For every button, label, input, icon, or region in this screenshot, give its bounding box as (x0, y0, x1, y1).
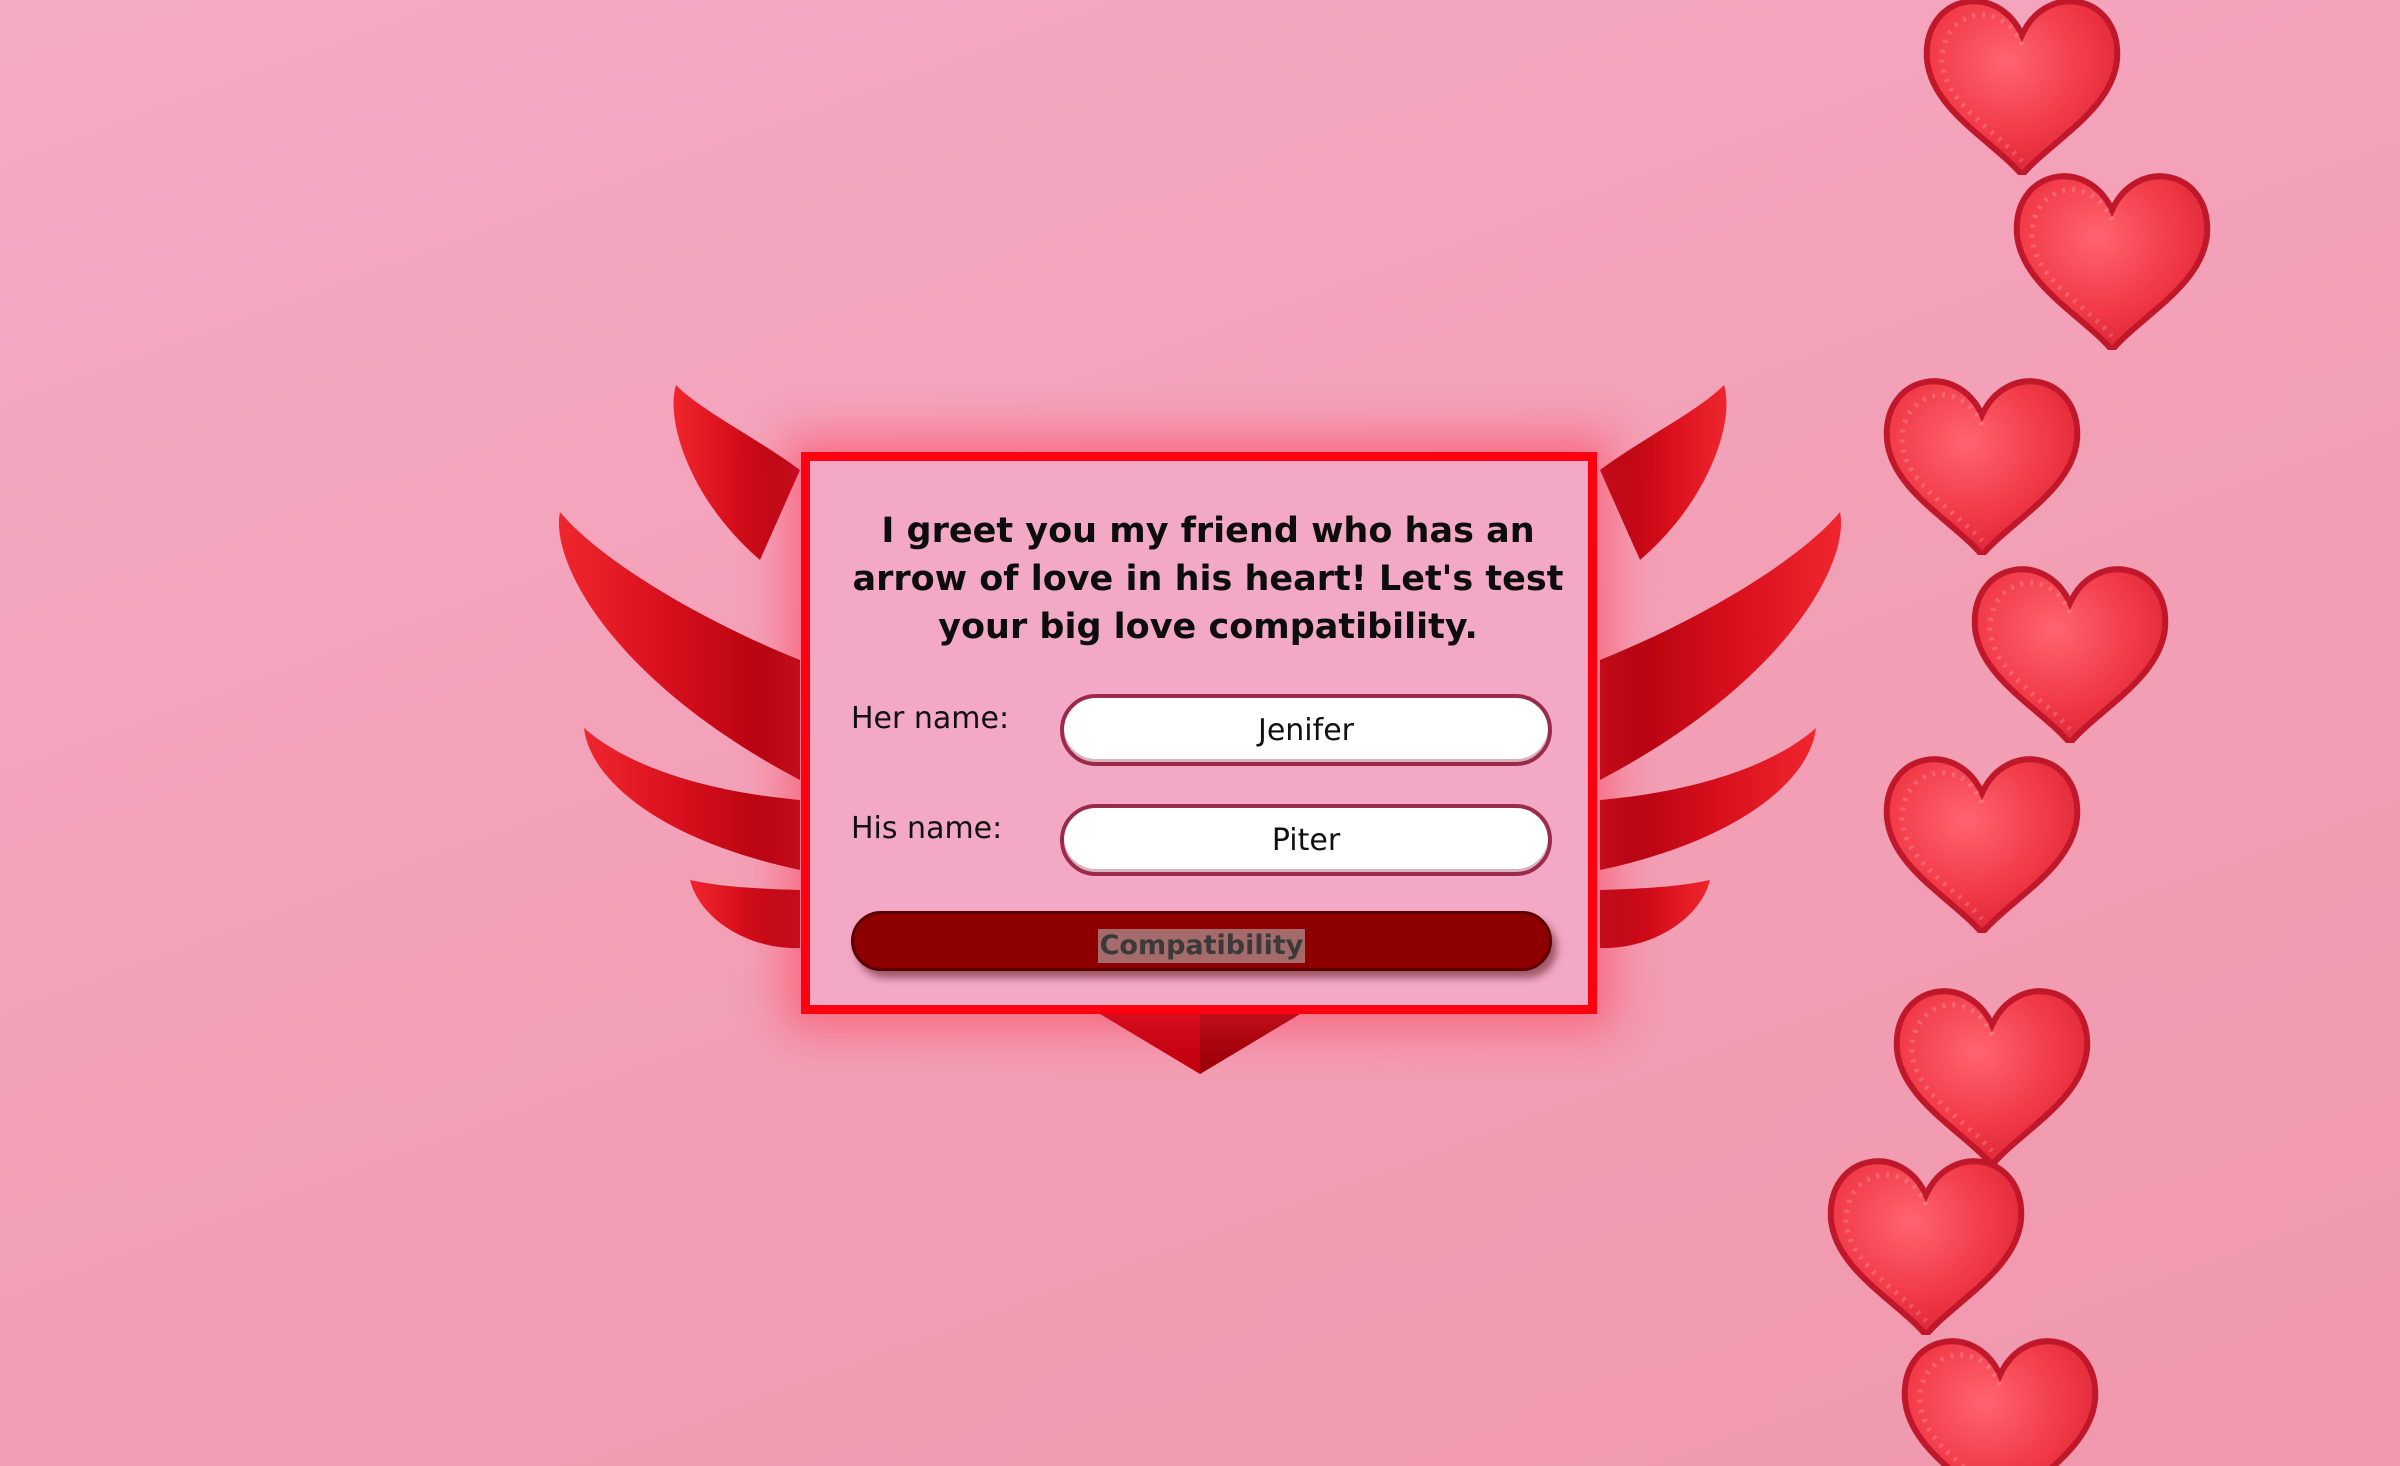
compatibility-card: I greet you my friend who has an arrow o… (801, 452, 1597, 1014)
greeting-title: I greet you my friend who has an arrow o… (852, 511, 1564, 647)
compatibility-button[interactable]: Compatibility (851, 911, 1552, 971)
satin-heart-icon (1887, 759, 2077, 933)
satin-heart-icon (1975, 569, 2165, 743)
satin-heart-icon (2017, 176, 2207, 350)
satin-heart-icon (1831, 1161, 2021, 1335)
his-name-input[interactable] (1060, 804, 1552, 876)
her-name-input[interactable] (1060, 694, 1552, 766)
her-name-label: Her name: (851, 701, 1010, 736)
satin-heart-icon (1887, 381, 2077, 555)
satin-heart-icon (1927, 1, 2117, 175)
satin-heart-icon (1897, 991, 2087, 1165)
heart-column (1831, 1, 2207, 1466)
satin-heart-icon (1905, 1341, 2095, 1466)
compatibility-button-label: Compatibility (1097, 928, 1306, 963)
his-name-label: His name: (851, 811, 1003, 846)
